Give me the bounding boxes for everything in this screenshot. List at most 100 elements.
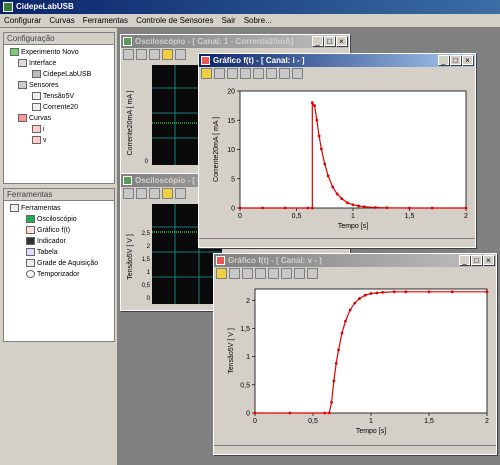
data-point [353, 301, 357, 305]
menu-ferramentas[interactable]: Ferramentas [79, 14, 132, 27]
tree-item-experimento[interactable]: Experimento Novo [6, 47, 112, 58]
pause-button[interactable] [149, 49, 160, 60]
data-point [288, 411, 292, 415]
tree-item-curve-i[interactable]: i [6, 124, 112, 135]
pause-button[interactable] [149, 188, 160, 199]
osc2-ylabel: Tensão5V [ V ] [127, 234, 134, 280]
tool-temporizador[interactable]: Temporizador [6, 269, 112, 280]
y-axis-label: Corrente20mA [ mA ] [213, 117, 220, 182]
data-point [283, 206, 287, 210]
data-point [345, 201, 349, 205]
tool-indicador[interactable]: Indicador [6, 236, 112, 247]
menu-sobre[interactable]: Sobre... [240, 14, 276, 27]
data-point [326, 174, 330, 178]
graph1-titlebar[interactable]: Gráfico f(t) - [ Canal: i - ] _ □ × [199, 54, 475, 67]
tree-item-sensores[interactable]: Sensores [6, 80, 112, 91]
close-button[interactable]: × [336, 36, 347, 46]
osc1-titlebar[interactable]: Osciloscópio - [ Canal: 1 - Corrente20mA… [121, 35, 349, 48]
config-button[interactable] [162, 49, 173, 60]
graph1-toolbar [199, 67, 475, 81]
minimize-button[interactable]: _ [312, 36, 323, 46]
osc2-tick: 0,5 [142, 283, 151, 289]
config-button[interactable] [201, 68, 212, 79]
config-button[interactable] [162, 188, 173, 199]
binoculars-icon[interactable] [229, 268, 240, 279]
tree-item-interface[interactable]: Interface [6, 58, 112, 69]
tree-item-corrente20[interactable]: Corrente20 [6, 102, 112, 113]
maximize-button[interactable]: □ [471, 255, 482, 265]
data-point [238, 206, 242, 210]
y-tick-label: 15 [227, 118, 235, 125]
data-point [340, 331, 344, 335]
y-tick-label: 1 [246, 354, 250, 361]
data-point [348, 308, 352, 312]
tool-osciloscopio[interactable]: Osciloscópio [6, 214, 112, 225]
erase-button[interactable] [175, 188, 186, 199]
menu-curvas[interactable]: Curvas [45, 14, 78, 27]
tool-grade[interactable]: Grade de Aquisição [6, 258, 112, 269]
menu-sair[interactable]: Sair [217, 14, 239, 27]
indicator-icon [26, 237, 35, 246]
device-icon [32, 70, 41, 79]
tree-item-cidepelabusb[interactable]: CidepeLabUSB [6, 69, 112, 80]
data-point [357, 204, 361, 208]
x-axis-label: Tempo [s] [356, 428, 386, 435]
tools-panel-title: Ferramentas [4, 189, 114, 201]
data-point [369, 292, 373, 295]
play-button[interactable] [123, 188, 134, 199]
stop-button[interactable] [136, 188, 147, 199]
menu-configurar[interactable]: Configurar [0, 14, 45, 27]
osc1-ylabel: Corrente20mA [ mA ] [127, 90, 134, 155]
data-point [331, 185, 335, 189]
data-point [337, 348, 340, 352]
x-tick-label: 0 [238, 213, 242, 220]
oscilloscope-icon [26, 215, 35, 224]
data-point [253, 411, 257, 415]
erase-button[interactable] [307, 268, 318, 279]
close-button[interactable]: × [462, 55, 473, 65]
zoom-reset-icon[interactable] [268, 268, 279, 279]
y-tick-label: 10 [227, 147, 235, 154]
osc2-tick: 0 [147, 296, 151, 302]
osc2-tick: 1,5 [142, 257, 151, 263]
print-button[interactable] [294, 268, 305, 279]
plot-area [239, 90, 467, 209]
stop-button[interactable] [136, 49, 147, 60]
maximize-button[interactable]: □ [450, 55, 461, 65]
erase-button[interactable] [175, 49, 186, 60]
graph2-titlebar[interactable]: Gráfico f(t) - [ Canal: v - ] _ □ × [214, 254, 496, 267]
tree-item-tensao5v[interactable]: Tensão5V [6, 91, 112, 102]
save-button[interactable] [266, 68, 277, 79]
graph1-plot: 0 0,5 1 1,5 205101520Tempo [s]Corrente20mA [… [213, 89, 468, 231]
x-axis-label: Tempo [s] [338, 223, 368, 230]
data-point [427, 290, 431, 294]
graph1-status [199, 238, 475, 247]
tool-grafico[interactable]: Gráfico f(t) [6, 225, 112, 236]
tree-item-curvas[interactable]: Curvas [6, 113, 112, 124]
menu-controle-sensores[interactable]: Controle de Sensores [132, 14, 217, 27]
data-point [323, 162, 327, 166]
hand-icon[interactable] [255, 268, 266, 279]
hand-icon[interactable] [240, 68, 251, 79]
tool-tabela[interactable]: Tabela [6, 247, 112, 258]
y-tick-label: 1,5 [240, 326, 250, 333]
data-point [375, 291, 379, 295]
tree-item-curve-v[interactable]: v [6, 135, 112, 146]
config-button[interactable] [216, 268, 227, 279]
minimize-button[interactable]: _ [438, 55, 449, 65]
zoom-reset-icon[interactable] [253, 68, 264, 79]
save-button[interactable] [281, 268, 292, 279]
plot-area [254, 288, 488, 414]
maximize-button[interactable]: □ [324, 36, 335, 46]
zoom-icon[interactable] [227, 68, 238, 79]
play-button[interactable] [123, 49, 134, 60]
binoculars-icon[interactable] [214, 68, 225, 79]
erase-button[interactable] [292, 68, 303, 79]
close-button[interactable]: × [483, 255, 494, 265]
zoom-icon[interactable] [242, 268, 253, 279]
osc2-tick: 2 [147, 244, 151, 250]
minimize-button[interactable]: _ [459, 255, 470, 265]
y-tick-label: 2 [246, 298, 250, 305]
tool-ferramentas[interactable]: Ferramentas [6, 203, 112, 214]
print-button[interactable] [279, 68, 290, 79]
